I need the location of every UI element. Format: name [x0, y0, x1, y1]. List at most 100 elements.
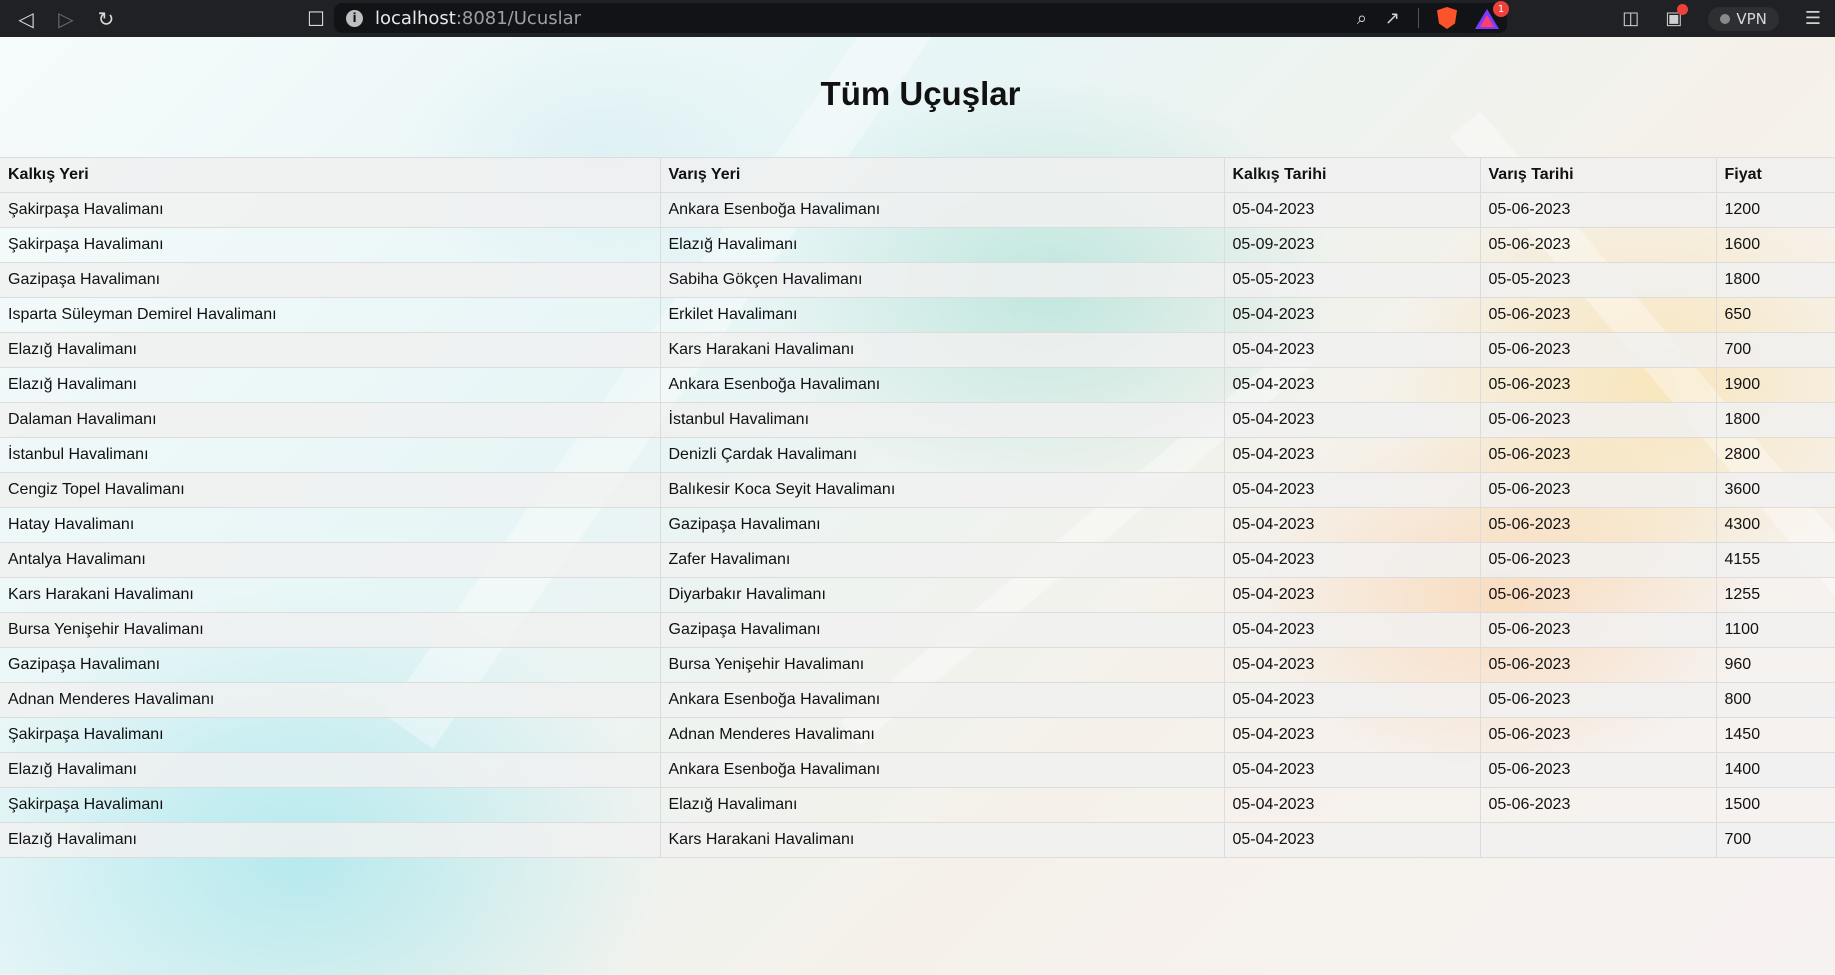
table-row: Şakirpaşa Havalimanı Elazığ Havalimanı 05-…	[0, 787, 1835, 823]
forward-icon[interactable]: ▷	[46, 0, 86, 37]
sidebar-icon[interactable]: ◫	[1622, 8, 1639, 29]
cell-arrival-date: 05-06-2023	[1480, 717, 1717, 753]
cell-departure-date: 05-04-2023	[1224, 717, 1481, 753]
cell-price: 1900	[1716, 367, 1835, 403]
table-row: Antalya Havalimanı Zafer Havalimanı 05-04-…	[0, 542, 1835, 578]
cell-arrival: Gazipaşa Havalimanı	[660, 612, 1225, 648]
cell-arrival: İstanbul Havalimanı	[660, 402, 1225, 438]
nav-buttons: ◁ ▷ ↻	[6, 0, 126, 37]
cell-arrival: Zafer Havalimanı	[660, 542, 1225, 578]
vpn-label: VPN	[1736, 9, 1767, 28]
toolbar-separator	[1418, 8, 1419, 28]
cell-departure: Bursa Yenişehir Havalimanı	[0, 612, 661, 648]
cell-arrival: Bursa Yenişehir Havalimanı	[660, 647, 1225, 683]
column-header-arrival: Varış Yeri	[660, 157, 1225, 193]
back-icon[interactable]: ◁	[6, 0, 46, 37]
cell-departure-date: 05-04-2023	[1224, 332, 1481, 368]
cell-arrival: Ankara Esenboğa Havalimanı	[660, 682, 1225, 718]
cell-departure-date: 05-04-2023	[1224, 682, 1481, 718]
column-header-arrival-date: Varış Tarihi	[1480, 157, 1717, 193]
cell-departure: Şakirpaşa Havalimanı	[0, 717, 661, 753]
cell-arrival-date: 05-06-2023	[1480, 402, 1717, 438]
cell-arrival: Erkilet Havalimanı	[660, 297, 1225, 333]
wallet-icon[interactable]: ▣	[1665, 4, 1689, 29]
url-text[interactable]: localhost:8081/Ucuslar	[375, 8, 581, 29]
table-row: Bursa Yenişehir Havalimanı Gazipaşa Haval…	[0, 612, 1835, 648]
table-row: Elazığ Havalimanı Ankara Esenboğa Havalim…	[0, 752, 1835, 788]
site-info-icon[interactable]: i	[346, 9, 363, 27]
cell-arrival: Elazığ Havalimanı	[660, 787, 1225, 823]
cell-departure-date: 05-04-2023	[1224, 647, 1481, 683]
cell-arrival-date: 05-06-2023	[1480, 612, 1717, 648]
vpn-status-icon	[1720, 13, 1731, 24]
cell-arrival: Ankara Esenboğa Havalimanı	[660, 752, 1225, 788]
cell-arrival: Denizli Çardak Havalimanı	[660, 437, 1225, 473]
column-header-price: Fiyat	[1716, 157, 1835, 193]
cell-departure-date: 05-04-2023	[1224, 752, 1481, 788]
url-host: localhost	[375, 7, 456, 29]
flights-table: Kalkış Yeri Varış Yeri Kalkış Tarihi Var…	[0, 157, 1835, 858]
cell-arrival-date: 05-06-2023	[1480, 542, 1717, 578]
table-row: Elazığ Havalimanı Kars Harakani Havaliman…	[0, 822, 1835, 858]
brave-rewards-icon[interactable]: 1	[1475, 1, 1509, 29]
cell-price: 700	[1716, 332, 1835, 368]
address-bar[interactable]: i localhost:8081/Ucuslar ⌕ ↗ 1	[334, 1, 1509, 33]
cell-arrival: Sabiha Gökçen Havalimanı	[660, 262, 1225, 298]
cell-departure-date: 05-04-2023	[1224, 507, 1481, 543]
table-header-row: Kalkış Yeri Varış Yeri Kalkış Tarihi Var…	[0, 157, 1835, 193]
table-row: Dalaman Havalimanı İstanbul Havalimanı 05-…	[0, 402, 1835, 438]
cell-price: 1100	[1716, 612, 1835, 648]
cell-departure: Gazipaşa Havalimanı	[0, 647, 661, 683]
browser-extras: ◫ ▣ VPN ☰	[1622, 0, 1835, 37]
cell-arrival-date	[1480, 822, 1717, 858]
table-row: Şakirpaşa Havalimanı Ankara Esenboğa Hava…	[0, 192, 1835, 228]
cell-arrival-date: 05-06-2023	[1480, 192, 1717, 228]
cell-arrival: Ankara Esenboğa Havalimanı	[660, 367, 1225, 403]
share-icon[interactable]: ↗	[1385, 8, 1400, 29]
cell-price: 4155	[1716, 542, 1835, 578]
table-row: Gazipaşa Havalimanı Bursa Yenişehir Haval…	[0, 647, 1835, 683]
browser-toolbar: ◁ ▷ ↻ ☐ i localhost:8081/Ucuslar ⌕ ↗ 1 ◫…	[0, 0, 1835, 37]
cell-arrival: Adnan Menderes Havalimanı	[660, 717, 1225, 753]
cell-price: 1255	[1716, 577, 1835, 613]
cell-departure-date: 05-04-2023	[1224, 472, 1481, 508]
table-row: İstanbul Havalimanı Denizli Çardak Havali…	[0, 437, 1835, 473]
cell-arrival: Ankara Esenboğa Havalimanı	[660, 192, 1225, 228]
cell-price: 3600	[1716, 472, 1835, 508]
cell-departure-date: 05-04-2023	[1224, 577, 1481, 613]
cell-arrival: Kars Harakani Havalimanı	[660, 822, 1225, 858]
reload-icon[interactable]: ↻	[86, 0, 126, 37]
cell-departure-date: 05-05-2023	[1224, 262, 1481, 298]
cell-price: 1400	[1716, 752, 1835, 788]
bookmark-icon[interactable]: ☐	[296, 0, 336, 37]
cell-departure: Adnan Menderes Havalimanı	[0, 682, 661, 718]
cell-arrival-date: 05-06-2023	[1480, 437, 1717, 473]
cell-arrival: Gazipaşa Havalimanı	[660, 507, 1225, 543]
table-row: Gazipaşa Havalimanı Sabiha Gökçen Havalim…	[0, 262, 1835, 298]
table-row: Adnan Menderes Havalimanı Ankara Esenboğa…	[0, 682, 1835, 718]
page-title: Tüm Uçuşlar	[820, 75, 1021, 112]
cell-departure: Antalya Havalimanı	[0, 542, 661, 578]
table-row: Şakirpaşa Havalimanı Elazığ Havalimanı 05-…	[0, 227, 1835, 263]
cell-departure-date: 05-04-2023	[1224, 822, 1481, 858]
vpn-button[interactable]: VPN	[1708, 6, 1779, 31]
cell-departure-date: 05-04-2023	[1224, 367, 1481, 403]
menu-icon[interactable]: ☰	[1805, 8, 1821, 29]
cell-price: 4300	[1716, 507, 1835, 543]
table-row: Şakirpaşa Havalimanı Adnan Menderes Haval…	[0, 717, 1835, 753]
cell-departure-date: 05-04-2023	[1224, 402, 1481, 438]
cell-departure: İstanbul Havalimanı	[0, 437, 661, 473]
cell-price: 1800	[1716, 262, 1835, 298]
cell-departure: Gazipaşa Havalimanı	[0, 262, 661, 298]
cell-arrival-date: 05-05-2023	[1480, 262, 1717, 298]
cell-arrival: Kars Harakani Havalimanı	[660, 332, 1225, 368]
cell-price: 650	[1716, 297, 1835, 333]
cell-departure: Elazığ Havalimanı	[0, 822, 661, 858]
cell-arrival-date: 05-06-2023	[1480, 332, 1717, 368]
cell-price: 1800	[1716, 402, 1835, 438]
cell-arrival-date: 05-06-2023	[1480, 577, 1717, 613]
brave-shields-icon[interactable]	[1437, 7, 1457, 29]
table-body: Şakirpaşa Havalimanı Ankara Esenboğa Hava…	[0, 192, 1835, 858]
cell-arrival-date: 05-06-2023	[1480, 297, 1717, 333]
zoom-icon[interactable]: ⌕	[1357, 8, 1367, 29]
